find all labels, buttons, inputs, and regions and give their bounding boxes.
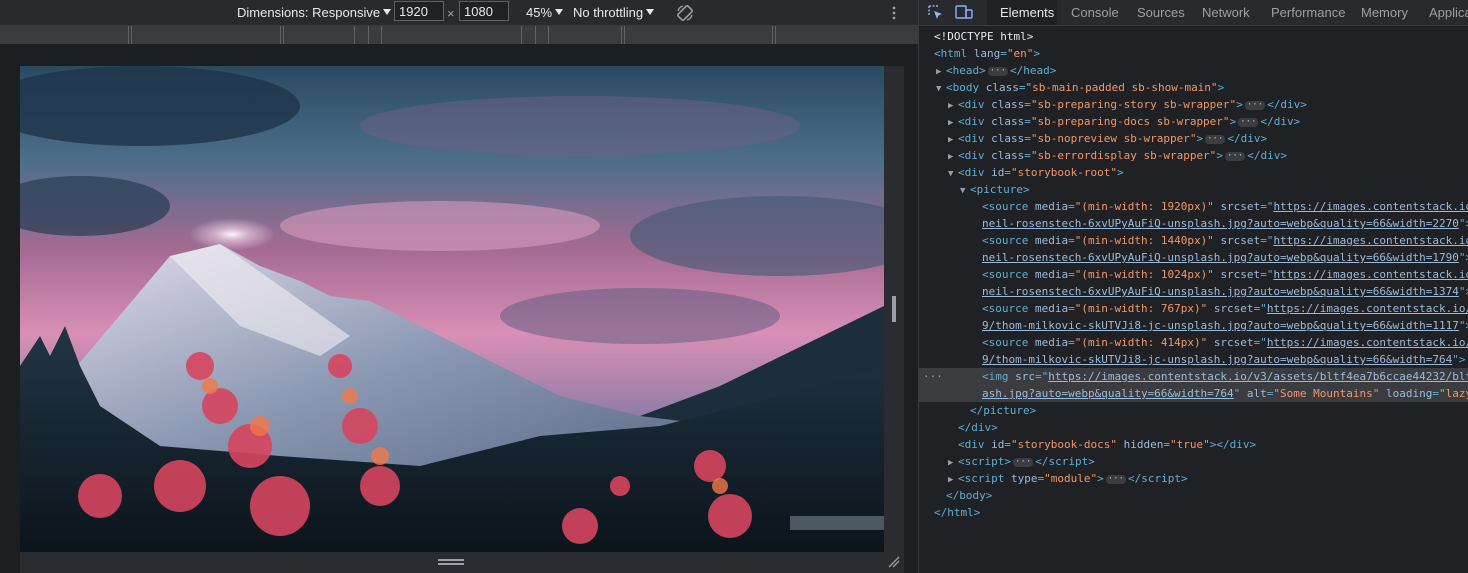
viewport-bottom-resize-handle[interactable] xyxy=(20,552,904,573)
chevron-down-icon xyxy=(646,9,655,15)
times-sign: × xyxy=(447,6,455,21)
tree-source-2[interactable]: <source media="(min-width: 1440px)" srcs… xyxy=(982,232,1468,249)
tree-source-2-cont[interactable]: neil-rosenstech-6xvUPyAuFiQ-unsplash.jpg… xyxy=(982,249,1468,266)
tree-html[interactable]: <html lang="en"> xyxy=(934,45,1040,62)
device-emulation-pane: Dimensions: Responsive × 45% No throttli… xyxy=(0,0,918,573)
tab-application[interactable]: Applica xyxy=(1429,5,1468,20)
rotate-icon[interactable] xyxy=(675,3,695,23)
tree-body[interactable]: ▼ <body class="sb-main-padded sb-show-mai… xyxy=(936,79,1224,96)
tree-body-close[interactable]: </body> xyxy=(946,487,992,504)
tree-picture-close[interactable]: </picture> xyxy=(970,402,1036,419)
tab-performance[interactable]: Performance xyxy=(1271,5,1345,20)
collapse-arrow-icon: ▼ xyxy=(936,84,942,94)
tree-source-1[interactable]: <source media="(min-width: 1920px)" srcs… xyxy=(982,198,1468,215)
throttling-label: No throttling xyxy=(573,5,644,20)
tree-div-storybook-docs[interactable]: <div id="storybook-docs" hidden="true"><… xyxy=(958,436,1256,453)
device-toggle-icon[interactable] xyxy=(955,4,973,20)
emulated-viewport[interactable] xyxy=(20,66,884,552)
tree-script-1[interactable]: ▶ <script> ··· </script> xyxy=(948,453,1095,470)
tree-head[interactable]: ▶ <head> ··· </head> xyxy=(936,62,1056,79)
height-input[interactable] xyxy=(459,1,509,21)
dimensions-label: Dimensions: Responsive xyxy=(237,5,381,20)
more-vertical-icon[interactable] xyxy=(890,5,898,21)
tree-img-selected-cont[interactable]: ash.jpg?auto=webp&quality=66&width=764" … xyxy=(919,385,1468,402)
tree-source-3-cont[interactable]: neil-rosenstech-6xvUPyAuFiQ-unsplash.jpg… xyxy=(982,283,1468,300)
throttling-dropdown[interactable]: No throttling xyxy=(573,5,655,20)
corner-resize-icon[interactable] xyxy=(888,556,900,568)
width-input[interactable] xyxy=(394,1,444,21)
devtools-tabbar: Elements Console Sources Network Perform… xyxy=(919,0,1468,26)
tree-div-errordisplay[interactable]: ▶ <div class="sb-errordisplay sb-wrapper"… xyxy=(948,147,1287,164)
tree-source-4[interactable]: <source media="(min-width: 767px)" srcse… xyxy=(982,300,1468,317)
mountain-image xyxy=(20,66,884,552)
tree-picture[interactable]: ▼ <picture> xyxy=(960,181,1030,198)
viewport-right-resize-handle[interactable] xyxy=(884,66,904,552)
tree-source-4-cont[interactable]: 9/thom-milkovic-skUTVJi8-jc-unsplash.jpg… xyxy=(982,317,1468,334)
resize-grip-icon xyxy=(438,559,464,565)
tab-memory[interactable]: Memory xyxy=(1361,5,1408,20)
devtools-panel: Elements Console Sources Network Perform… xyxy=(918,0,1468,573)
chevron-down-icon xyxy=(383,9,392,15)
tree-source-5[interactable]: <source media="(min-width: 414px)" srcse… xyxy=(982,334,1468,351)
chevron-down-icon xyxy=(555,9,564,15)
tree-html-close[interactable]: </html> xyxy=(934,504,980,521)
zoom-dropdown[interactable]: 45% xyxy=(526,5,564,20)
ellipsis-icon: ··· xyxy=(987,66,1009,76)
tree-div-close[interactable]: </div> xyxy=(958,419,998,436)
zoom-value: 45% xyxy=(526,5,553,20)
tab-network[interactable]: Network xyxy=(1202,5,1250,20)
tree-div-nopreview[interactable]: ▶ <div class="sb-nopreview sb-wrapper"> ··… xyxy=(948,130,1267,147)
tree-script-module[interactable]: ▶ <script type="module"> ··· </script> xyxy=(948,470,1188,487)
tree-source-1-cont[interactable]: neil-rosenstech-6xvUPyAuFiQ-unsplash.jpg… xyxy=(982,215,1468,232)
tree-div-storybook-root[interactable]: ▼ <div id="storybook-root"> xyxy=(948,164,1124,181)
more-horizontal-icon: ··· xyxy=(923,370,943,383)
media-query-ruler[interactable] xyxy=(0,26,918,44)
dimensions-dropdown[interactable]: Dimensions: Responsive xyxy=(237,5,392,20)
resize-grip-icon xyxy=(892,296,896,322)
tab-sources[interactable]: Sources xyxy=(1137,5,1185,20)
device-toolbar: Dimensions: Responsive × 45% No throttli… xyxy=(0,0,918,26)
tree-source-5-cont[interactable]: 9/thom-milkovic-skUTVJi8-jc-unsplash.jpg… xyxy=(982,351,1465,368)
tree-div-preparing-docs[interactable]: ▶ <div class="sb-preparing-docs sb-wrappe… xyxy=(948,113,1300,130)
tree-img-selected[interactable]: ··· <img src="https://images.contentstack… xyxy=(919,368,1468,385)
tab-console[interactable]: Console xyxy=(1071,5,1119,20)
tree-div-preparing-story[interactable]: ▶ <div class="sb-preparing-story sb-wrapp… xyxy=(948,96,1307,113)
tab-elements[interactable]: Elements xyxy=(1000,5,1054,20)
tree-doctype[interactable]: <!DOCTYPE html> xyxy=(934,28,1033,45)
tree-source-3[interactable]: <source media="(min-width: 1024px)" srcs… xyxy=(982,266,1468,283)
inspect-element-icon[interactable] xyxy=(928,5,944,21)
